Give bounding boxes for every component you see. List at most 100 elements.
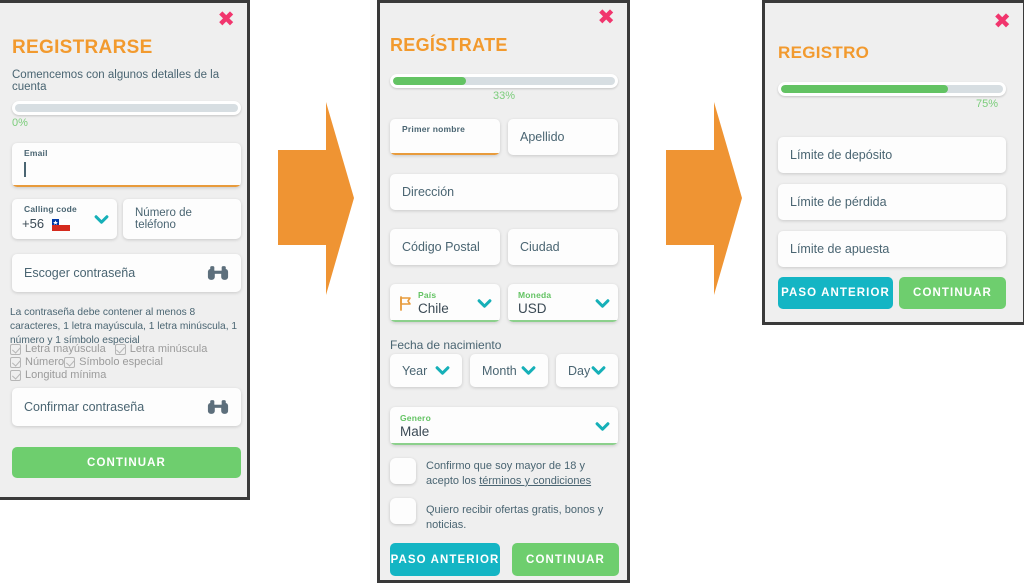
chevron-down-icon[interactable]	[595, 422, 610, 431]
country-select[interactable]: País Chile	[390, 284, 500, 322]
deposit-limit-input[interactable]: Límite de depósito	[778, 137, 1006, 173]
progress-percent-label: 75%	[975, 98, 998, 110]
first-name-label: Primer nombre	[402, 124, 466, 134]
dob-year-select[interactable]: Year	[390, 354, 462, 387]
city-placeholder: Ciudad	[520, 240, 560, 254]
flag-icon	[400, 296, 411, 311]
chevron-down-icon[interactable]	[435, 366, 450, 375]
binoculars-icon[interactable]	[207, 265, 229, 281]
last-name-placeholder: Apellido	[520, 130, 565, 144]
flow-arrow-1	[264, 95, 356, 305]
password-rule-label: Longitud mínima	[25, 369, 107, 381]
chevron-down-icon[interactable]	[595, 299, 610, 308]
password-rule-label: Letra minúscula	[129, 343, 208, 355]
confirm-password-placeholder: Confirmar contraseña	[24, 400, 145, 414]
registration-step1-panel: ✖ REGISTRARSE Comencemos con algunos det…	[0, 0, 250, 500]
progress-bar: 0%	[12, 101, 241, 129]
currency-value: USD	[518, 301, 547, 316]
first-name-field[interactable]: Primer nombre	[390, 119, 500, 155]
address-placeholder: Dirección	[402, 185, 455, 199]
bet-limit-input[interactable]: Límite de apuesta	[778, 231, 1006, 267]
password-input[interactable]: Escoger contraseña	[12, 254, 241, 292]
progress-fill	[393, 77, 467, 85]
password-rule-item: Letra minúscula	[114, 343, 208, 355]
field-underline	[390, 442, 618, 445]
text-caret	[24, 162, 26, 177]
terms-checkbox-row[interactable]: Confirmo que soy mayor de 18 y acepto lo…	[390, 458, 618, 489]
password-rule-item: Letra mayúscula	[10, 343, 106, 355]
flow-arrow-2	[652, 95, 744, 305]
loss-limit-input[interactable]: Límite de pérdida	[778, 184, 1006, 220]
password-rule-item: Número	[10, 356, 64, 368]
newsletter-checkbox-row[interactable]: Quiero recibir ofertas gratis, bonos y n…	[390, 498, 618, 533]
progress-inner	[393, 77, 615, 85]
password-rules-text: La contraseña debe contener al menos 8 c…	[10, 307, 238, 346]
confirm-password-input[interactable]: Confirmar contraseña	[12, 388, 241, 426]
gender-label: Genero	[400, 413, 431, 423]
password-rules-checklist: Letra mayúscula Letra minúscula Número Símb…	[10, 343, 243, 382]
back-button[interactable]: PASO ANTERIOR	[778, 277, 893, 309]
close-icon[interactable]: ✖	[217, 9, 235, 30]
city-input[interactable]: Ciudad	[508, 229, 618, 265]
calling-code-label: Calling code	[24, 204, 77, 214]
dob-month-value: Month	[482, 363, 517, 378]
progress-percent-label: 0%	[12, 117, 28, 129]
progress-percent-label: 33%	[492, 90, 516, 102]
date-of-birth-label: Fecha de nacimiento	[390, 338, 502, 352]
country-label: País	[418, 290, 437, 300]
email-label: Email	[24, 148, 48, 158]
progress-inner	[781, 85, 1003, 93]
terms-text: Confirmo que soy mayor de 18 y acepto lo…	[426, 458, 618, 489]
registration-step2-panel: ✖ REGÍSTRATE 33% Primer nombre Apellido	[377, 0, 630, 583]
continue-button[interactable]: CONTINUAR	[899, 277, 1006, 309]
step1-content: ✖ REGISTRARSE Comencemos con algunos det…	[0, 3, 247, 497]
last-name-input[interactable]: Apellido	[508, 119, 618, 155]
page-title: REGISTRARSE	[12, 37, 153, 58]
email-field[interactable]: Email	[12, 143, 241, 187]
address-input[interactable]: Dirección	[390, 174, 618, 210]
field-underline	[390, 319, 500, 322]
check-icon	[10, 343, 21, 355]
dob-month-select[interactable]: Month	[470, 354, 548, 387]
calling-code-select[interactable]: Calling code +56	[12, 199, 117, 239]
currency-select[interactable]: Moneda USD	[508, 284, 618, 322]
terms-checkbox[interactable]	[390, 458, 416, 484]
gender-select[interactable]: Genero Male	[390, 407, 618, 445]
progress-bar: 75%	[778, 82, 1006, 110]
password-rule-label: Símbolo especial	[79, 356, 163, 368]
country-value: Chile	[418, 301, 449, 316]
page-title: REGÍSTRATE	[390, 35, 508, 55]
page-title: REGISTRO	[778, 43, 870, 62]
postal-code-input[interactable]: Código Postal	[390, 229, 500, 265]
progress-track	[12, 101, 241, 115]
field-underline	[508, 319, 618, 322]
check-icon	[64, 356, 76, 368]
continue-button[interactable]: CONTINUAR	[12, 447, 241, 478]
loss-limit-placeholder: Límite de pérdida	[790, 195, 887, 209]
binoculars-icon[interactable]	[207, 399, 229, 415]
dob-day-select[interactable]: Day	[556, 354, 618, 387]
check-icon	[10, 369, 21, 381]
gender-value: Male	[400, 424, 430, 439]
chevron-down-icon[interactable]	[94, 215, 109, 224]
newsletter-checkbox[interactable]	[390, 498, 416, 524]
back-button[interactable]: PASO ANTERIOR	[390, 543, 500, 576]
password-rule-item: Longitud mínima	[10, 369, 106, 381]
continue-button[interactable]: CONTINUAR	[512, 543, 619, 576]
terms-and-conditions-link[interactable]: términos y condiciones	[479, 475, 591, 487]
chevron-down-icon[interactable]	[521, 366, 536, 375]
close-icon[interactable]: ✖	[597, 7, 615, 28]
password-rule-label: Número	[25, 356, 65, 368]
chevron-down-icon[interactable]	[591, 366, 606, 375]
password-rule-label: Letra mayúscula	[25, 343, 106, 355]
phone-number-input[interactable]: Número de teléfono	[123, 199, 241, 239]
bet-limit-placeholder: Límite de apuesta	[790, 242, 890, 256]
chevron-down-icon[interactable]	[477, 299, 492, 308]
postal-code-placeholder: Código Postal	[402, 240, 480, 254]
close-icon[interactable]: ✖	[993, 11, 1011, 32]
registration-step3-panel: ✖ REGISTRO 75% Límite de depósito Límite…	[762, 0, 1024, 325]
progress-track	[778, 82, 1006, 96]
check-icon	[10, 356, 21, 368]
currency-label: Moneda	[518, 290, 552, 300]
password-rule-item: Símbolo especial	[64, 356, 163, 368]
